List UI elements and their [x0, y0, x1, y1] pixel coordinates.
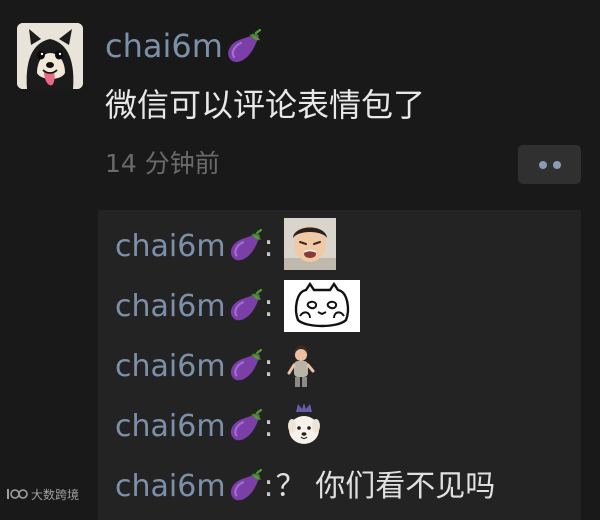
post-author[interactable]: chai6m — [105, 24, 261, 68]
comment-author[interactable]: chai6m — [115, 287, 226, 327]
more-dot-icon — [539, 161, 547, 169]
watermark: 大数跨境 — [6, 484, 79, 504]
crowned-dog-sticker-icon[interactable] — [284, 402, 324, 448]
comment-colon: : — [263, 409, 274, 444]
watermark-logo-icon — [7, 489, 28, 499]
comment-item[interactable]: chai6m : — [115, 402, 324, 452]
shiba-dog-avatar-icon — [17, 23, 83, 89]
hiding-cat-sticker-icon[interactable] — [283, 280, 360, 332]
small-kid-sticker-icon[interactable] — [284, 343, 318, 389]
comment-author[interactable]: chai6m — [115, 347, 226, 387]
eggplant-icon — [229, 229, 262, 262]
crying-kid-sticker-icon[interactable] — [283, 218, 336, 270]
comment-author[interactable]: chai6m — [115, 227, 226, 267]
comments-panel: chai6m : chai6m : chai6m: chai6m: chai… — [98, 210, 581, 520]
comment-text: ？ 你们看不见吗 — [275, 469, 496, 504]
eggplant-icon — [229, 349, 262, 382]
comment-colon: : — [263, 229, 274, 264]
eggplant-icon — [226, 29, 261, 64]
watermark-text: 大数跨境 — [31, 487, 80, 502]
comment-item[interactable]: chai6m : — [115, 280, 360, 332]
comment-colon: : — [263, 469, 274, 504]
eggplant-icon — [229, 289, 262, 322]
comment-item[interactable]: chai6m : — [115, 218, 336, 272]
post-time: 14 分钟前 — [105, 149, 220, 178]
comment-item[interactable]: chai6m : — [115, 342, 318, 392]
comment-colon: : — [263, 289, 274, 324]
eggplant-icon — [229, 469, 262, 502]
comment-author[interactable]: chai6m — [115, 467, 226, 507]
comment-colon: : — [263, 349, 274, 384]
comment-item[interactable]: chai6m : ？ 你们看不见吗 — [115, 462, 495, 512]
more-actions-button[interactable] — [518, 145, 581, 184]
eggplant-icon — [229, 409, 262, 442]
post-text: 微信可以评论表情包了 — [105, 86, 426, 124]
avatar[interactable] — [17, 23, 83, 89]
post-author-name[interactable]: chai6m — [105, 27, 223, 65]
comment-author[interactable]: chai6m — [115, 407, 226, 447]
more-dot-icon — [553, 161, 561, 169]
